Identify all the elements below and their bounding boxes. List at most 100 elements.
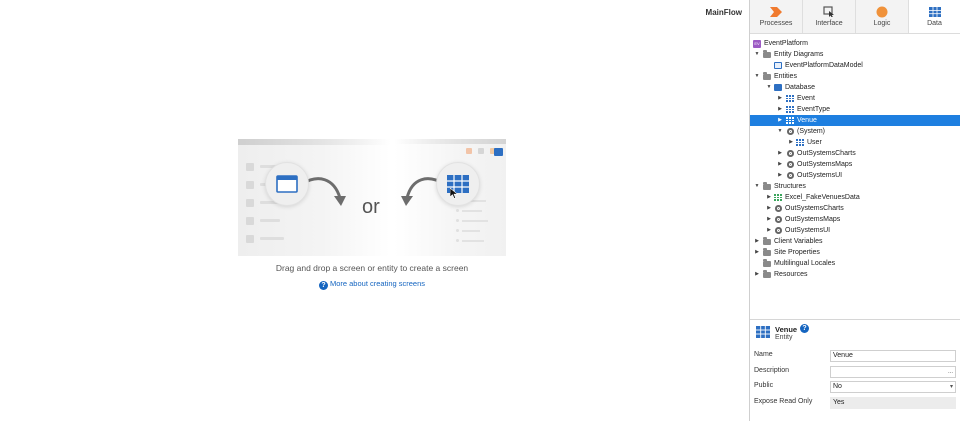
tree-item-excel-fakevenuesdata[interactable]: ▶ Excel_FakeVenuesData <box>750 192 960 203</box>
dropdown-arrow-icon[interactable]: ▾ <box>950 382 953 392</box>
properties-list: Name Venue Description... Public No ▾ Expose R… <box>750 348 960 410</box>
tree-item-eventplatform[interactable]: EV EventPlatform <box>750 38 960 49</box>
expand-arrow-icon[interactable]: ▶ <box>777 170 783 181</box>
tree-item-event[interactable]: ▶ Event <box>750 93 960 104</box>
folder-icon <box>763 247 771 256</box>
tree-item-database[interactable]: ▼ Database <box>750 82 960 93</box>
module-icon <box>774 205 782 212</box>
collapse-arrow-icon[interactable]: ▼ <box>766 82 772 93</box>
tree-item-label: User <box>807 139 822 146</box>
tree-item-label: Multilingual Locales <box>774 260 836 267</box>
expand-arrow-icon[interactable]: ▶ <box>777 104 783 115</box>
expand-arrow-icon[interactable]: ▶ <box>788 137 794 148</box>
tree-item-user[interactable]: ▶ User <box>750 137 960 148</box>
tab-data[interactable]: Data <box>909 0 960 33</box>
data-tree: EV EventPlatform ▼ Entity Diagrams EventPlat… <box>750 34 960 280</box>
folder-icon <box>763 258 771 267</box>
properties-title: Venue <box>775 325 798 334</box>
property-description: Description... <box>750 364 960 380</box>
module-icon <box>786 172 794 179</box>
tree-item-outsystemsui[interactable]: ▶ OutSystemsUI <box>750 170 960 181</box>
tab-label: Processes <box>759 20 793 27</box>
property-label: Description <box>754 366 790 374</box>
tree-item-entities[interactable]: ▼ Entities <box>750 71 960 82</box>
tree-item-site-properties[interactable]: ▶ Site Properties <box>750 247 960 258</box>
tree-item-structures[interactable]: ▼ Structures <box>750 181 960 192</box>
tree-item-label: OutSystemsUI <box>797 172 843 179</box>
expand-arrow-icon[interactable]: ▶ <box>754 247 760 258</box>
property-expose-read-only-field: Yes <box>830 396 956 409</box>
expand-arrow-icon[interactable]: ▶ <box>766 225 772 236</box>
screen-drop-target <box>265 162 309 206</box>
tab-interface[interactable]: Interface <box>803 0 856 33</box>
tab-logic[interactable]: Logic <box>856 0 909 33</box>
help-link[interactable]: ? More about creating screens <box>238 279 506 290</box>
help-icon[interactable]: ? <box>800 324 809 333</box>
structure-icon <box>774 194 782 201</box>
tree-item-client-variables[interactable]: ▶ Client Variables <box>750 236 960 247</box>
tree-item-eventplatformdatamodel[interactable]: EventPlatformDataModel <box>750 60 960 71</box>
entity-icon <box>796 139 804 146</box>
entity-drop-target <box>436 162 480 206</box>
tree-item-label: Resources <box>774 271 808 278</box>
collapse-arrow-icon[interactable]: ▼ <box>754 71 760 82</box>
expand-arrow-icon[interactable]: ▶ <box>777 115 783 126</box>
properties-subtitle: Entity <box>775 334 793 341</box>
tree-item-label: Excel_FakeVenuesData <box>785 194 860 201</box>
tree-item-venue[interactable]: ▶ Venue <box>750 115 960 126</box>
tree-item-label: OutSystemsMaps <box>785 216 841 223</box>
tab-processes[interactable]: Processes <box>750 0 803 33</box>
properties-panel: Venue ? Entity Name Venue Description... Pu… <box>750 319 960 421</box>
right-panel: Processes Interface Logic Data EV EventPl… <box>749 0 960 421</box>
property-public-select[interactable]: No ▾ <box>830 381 956 393</box>
property-label: Expose Read Only <box>754 397 813 405</box>
property-description-field[interactable]: ... <box>830 365 956 378</box>
tree-item-entity-diagrams[interactable]: ▼ Entity Diagrams <box>750 49 960 60</box>
property-label: Name <box>754 351 773 358</box>
expand-arrow-icon[interactable]: ▶ <box>777 159 783 170</box>
processes-icon <box>770 6 782 17</box>
expand-arrow-icon[interactable]: ▶ <box>754 269 760 280</box>
help-icon: ? <box>318 281 328 290</box>
collapse-arrow-icon[interactable]: ▼ <box>777 126 783 137</box>
module-icon <box>774 227 782 234</box>
property-name: Name Venue <box>750 348 960 364</box>
tree-item-outsystemscharts[interactable]: ▶ OutSystemsCharts <box>750 203 960 214</box>
expand-arrow-icon[interactable]: ▶ <box>766 192 772 203</box>
expand-arrow-icon[interactable]: ▶ <box>766 203 772 214</box>
entity-icon <box>756 326 770 338</box>
tree-item-label: EventPlatformDataModel <box>785 62 863 69</box>
property-value: No <box>833 383 842 390</box>
flow-canvas[interactable]: MainFlow or Drag and drop a screen or en… <box>0 0 749 421</box>
collapse-arrow-icon[interactable]: ▼ <box>754 181 760 192</box>
tree-item-outsystemsui[interactable]: ▶ OutSystemsUI <box>750 225 960 236</box>
folder-icon <box>763 49 771 58</box>
tree-item-eventtype[interactable]: ▶ EventType <box>750 104 960 115</box>
tree-item-label: Entity Diagrams <box>774 51 824 58</box>
property-value: Yes <box>833 398 845 406</box>
module-icon <box>774 216 782 223</box>
entity-icon <box>786 106 794 113</box>
expand-arrow-icon[interactable]: ▶ <box>766 214 772 225</box>
folder-icon <box>763 269 771 278</box>
tree-item-multilingual-locales[interactable]: Multilingual Locales <box>750 258 960 269</box>
interface-icon <box>823 6 834 17</box>
collapse-arrow-icon[interactable]: ▼ <box>754 49 760 60</box>
more-options-button[interactable]: ... <box>948 367 953 377</box>
expand-arrow-icon[interactable]: ▶ <box>777 148 783 159</box>
expand-arrow-icon[interactable]: ▶ <box>754 236 760 247</box>
expand-arrow-icon[interactable]: ▶ <box>777 93 783 104</box>
module-icon <box>786 128 794 135</box>
property-public: Public No ▾ <box>750 379 960 395</box>
tree-item-resources[interactable]: ▶ Resources <box>750 269 960 280</box>
tree-item-outsystemscharts[interactable]: ▶ OutSystemsCharts <box>750 148 960 159</box>
tree-item-system[interactable]: ▼ (System) <box>750 126 960 137</box>
tree-item-label: Venue <box>797 117 817 124</box>
folder-icon <box>763 181 771 190</box>
property-name-field[interactable]: Venue <box>830 350 956 362</box>
tree-item-outsystemsmaps[interactable]: ▶ OutSystemsMaps <box>750 214 960 225</box>
tree-item-outsystemsmaps[interactable]: ▶ OutSystemsMaps <box>750 159 960 170</box>
folder-icon <box>763 71 771 80</box>
help-link-label[interactable]: More about creating screens <box>330 279 425 288</box>
drag-drop-hint: Drag and drop a screen or entity to crea… <box>275 263 469 273</box>
